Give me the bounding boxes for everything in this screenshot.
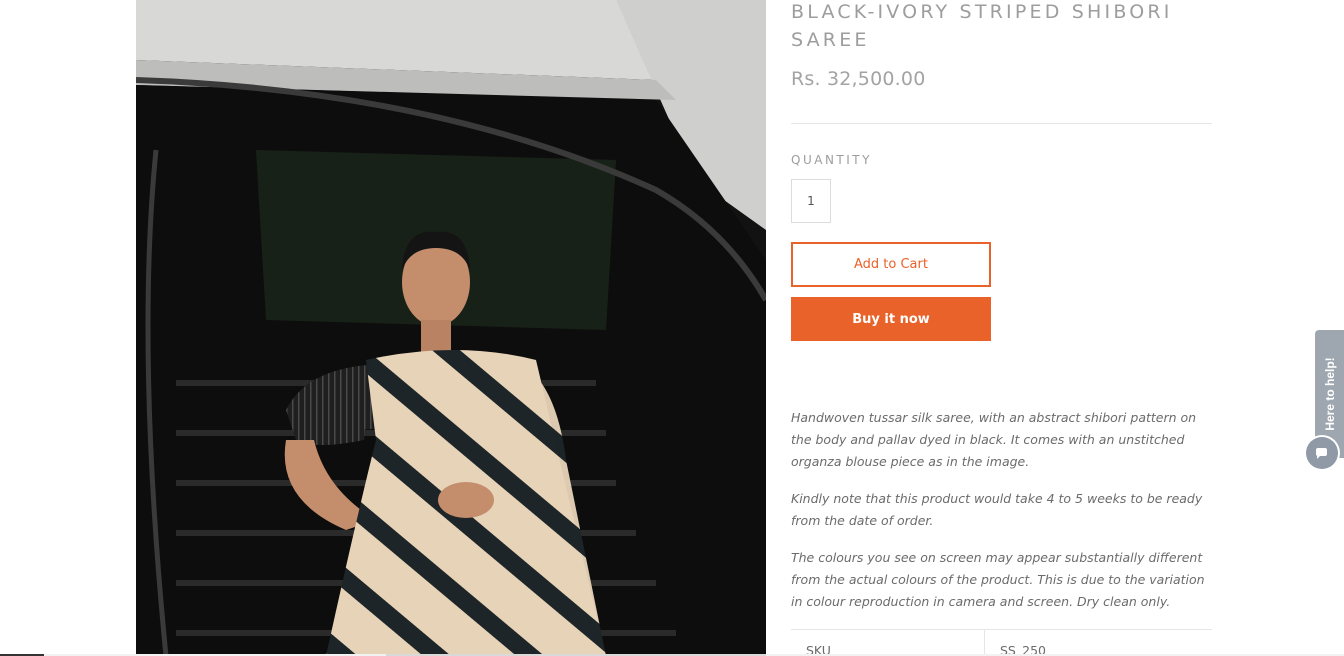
product-page: BLACK-IVORY STRIPED SHIBORI SAREE Rs. 32… (0, 0, 1344, 656)
description-paragraph: Handwoven tussar silk saree, with an abs… (791, 410, 1197, 469)
table-row: SKU SS_250 (791, 629, 1212, 656)
spec-value: SS_250 (984, 629, 1212, 656)
description-paragraph: The colours you see on screen may appear… (791, 550, 1205, 609)
help-tab-label: Here to help! (1322, 357, 1337, 431)
product-photo[interactable] (136, 0, 766, 656)
divider (791, 123, 1212, 124)
chat-button[interactable] (1306, 437, 1338, 469)
buy-now-button[interactable]: Buy it now (791, 297, 991, 341)
spec-key: SKU (791, 629, 985, 656)
description-paragraph: Kindly note that this product would take… (791, 491, 1203, 528)
product-price: Rs. 32,500.00 (791, 68, 926, 90)
quantity-input[interactable] (791, 179, 831, 223)
spec-table: SKU SS_250 (791, 629, 1212, 656)
quantity-label: QUANTITY (791, 153, 872, 167)
product-title: BLACK-IVORY STRIPED SHIBORI SAREE (791, 1, 1173, 51)
product-photo-illustration (136, 0, 766, 656)
add-to-cart-button[interactable]: Add to Cart (791, 242, 991, 287)
chat-icon (1316, 448, 1327, 459)
product-description: Handwoven tussar silk saree, with an abs… (791, 407, 1212, 628)
